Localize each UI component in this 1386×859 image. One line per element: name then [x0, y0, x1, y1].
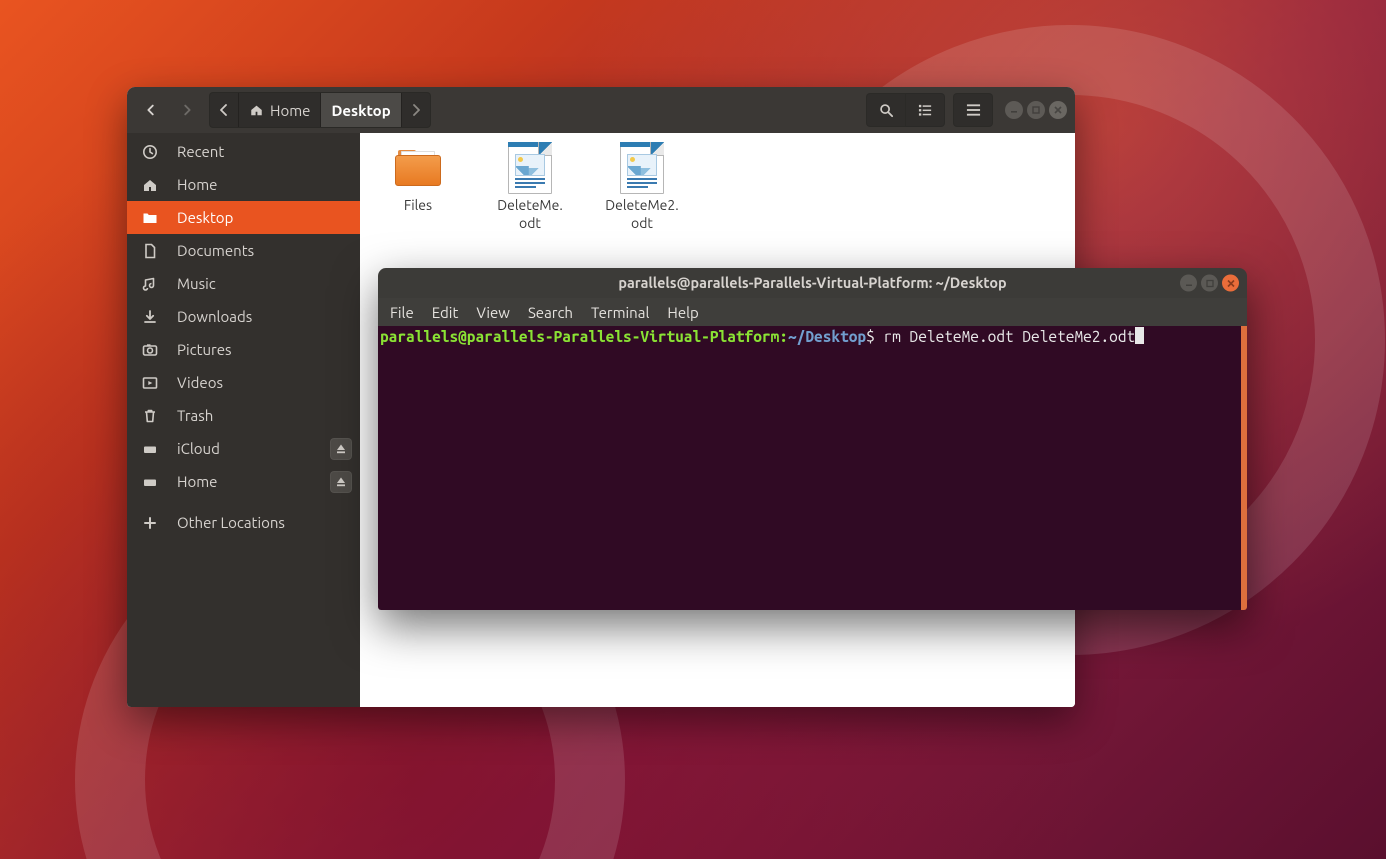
window-close-button[interactable]: [1049, 101, 1067, 119]
folder-icon: [395, 150, 441, 186]
sidebar-item-label: Recent: [177, 143, 224, 160]
breadcrumb-home[interactable]: Home: [239, 93, 321, 127]
camera-icon: [141, 342, 159, 358]
document-odt-icon: [508, 142, 552, 194]
sidebar-item-label: Documents: [177, 242, 254, 259]
document-icon: [141, 243, 159, 259]
terminal-menu-view[interactable]: View: [476, 304, 510, 321]
folder-icon: [141, 210, 159, 226]
sidebar-item-label: Home: [177, 176, 217, 193]
home-icon: [249, 103, 264, 117]
nav-forward-button[interactable]: [169, 93, 205, 127]
file-label: DeleteMe2.odt: [602, 197, 682, 232]
sidebar-item-label: Home: [177, 473, 217, 490]
terminal-menu-help[interactable]: Help: [667, 304, 698, 321]
music-icon: [141, 276, 159, 292]
terminal-window: parallels@parallels-Parallels-Virtual-Pl…: [378, 268, 1247, 610]
terminal-menu-file[interactable]: File: [390, 304, 414, 321]
prompt-path: ~/Desktop: [788, 328, 866, 345]
eject-button[interactable]: [330, 471, 352, 493]
terminal-menu-edit[interactable]: Edit: [432, 304, 459, 321]
file-item[interactable]: Files: [378, 143, 458, 232]
sidebar-item-trash[interactable]: Trash: [127, 399, 360, 432]
video-icon: [141, 375, 159, 391]
trash-icon: [141, 408, 159, 424]
terminal-cursor: [1135, 327, 1144, 344]
sidebar-item-label: Videos: [177, 374, 223, 391]
terminal-menu-search[interactable]: Search: [528, 304, 573, 321]
sidebar-item-recent[interactable]: Recent: [127, 135, 360, 168]
terminal-command: rm DeleteMe.odt DeleteMe2.odt: [883, 328, 1135, 345]
search-button[interactable]: [866, 93, 906, 127]
terminal-minimize-button[interactable]: [1180, 275, 1197, 292]
window-controls: [1005, 101, 1069, 119]
sidebar-item-label: Pictures: [177, 341, 232, 358]
terminal-scrollbar[interactable]: [1241, 326, 1247, 610]
hamburger-menu-button[interactable]: [953, 93, 993, 127]
window-minimize-button[interactable]: [1005, 101, 1023, 119]
hamburger-icon: [966, 103, 981, 117]
terminal-window-controls: [1180, 275, 1241, 292]
breadcrumb-forward-chevron[interactable]: [402, 93, 430, 127]
sidebar-item-documents[interactable]: Documents: [127, 234, 360, 267]
breadcrumb-back-chevron[interactable]: [210, 93, 239, 127]
terminal-menu-terminal[interactable]: Terminal: [591, 304, 649, 321]
file-label: Files: [378, 197, 458, 215]
sidebar-item-music[interactable]: Music: [127, 267, 360, 300]
prompt-user-host: parallels@parallels-Parallels-Virtual-Pl…: [380, 328, 779, 345]
sidebar-item-label: iCloud: [177, 440, 220, 457]
files-header-bar: Home Desktop: [127, 87, 1075, 133]
sidebar-item-label: Trash: [177, 407, 213, 424]
plus-icon: [141, 515, 159, 531]
document-odt-icon: [620, 142, 664, 194]
download-icon: [141, 309, 159, 325]
sidebar-item-other[interactable]: Other Locations: [127, 506, 360, 539]
list-view-icon: [918, 103, 933, 118]
drive-icon: [141, 474, 159, 490]
terminal-title-text: parallels@parallels-Parallels-Virtual-Pl…: [618, 275, 1006, 291]
sidebar-item-home2[interactable]: Home: [127, 465, 360, 498]
nav-back-button[interactable]: [133, 93, 169, 127]
breadcrumb: Home Desktop: [209, 92, 431, 128]
terminal-titlebar[interactable]: parallels@parallels-Parallels-Virtual-Pl…: [378, 268, 1247, 298]
prompt-colon: :: [779, 328, 788, 345]
sidebar-item-label: Music: [177, 275, 216, 292]
terminal-body[interactable]: parallels@parallels-Parallels-Virtual-Pl…: [378, 326, 1247, 610]
clock-icon: [141, 144, 159, 160]
sidebar-item-downloads[interactable]: Downloads: [127, 300, 360, 333]
sidebar-item-label: Other Locations: [177, 514, 285, 531]
prompt-symbol: $: [866, 328, 875, 345]
sidebar-item-home[interactable]: Home: [127, 168, 360, 201]
sidebar-item-videos[interactable]: Videos: [127, 366, 360, 399]
sidebar-item-icloud[interactable]: iCloud: [127, 432, 360, 465]
view-mode-button[interactable]: [906, 93, 945, 127]
sidebar-item-pictures[interactable]: Pictures: [127, 333, 360, 366]
terminal-close-button[interactable]: [1222, 275, 1239, 292]
file-item[interactable]: DeleteMe2.odt: [602, 143, 682, 232]
sidebar-item-label: Desktop: [177, 209, 233, 226]
breadcrumb-current-label: Desktop: [331, 102, 390, 119]
file-item[interactable]: DeleteMe.odt: [490, 143, 570, 232]
terminal-maximize-button[interactable]: [1201, 275, 1218, 292]
places-sidebar: Recent Home Desktop Documents Music Downloads…: [127, 133, 360, 707]
home-icon: [141, 177, 159, 193]
file-label: DeleteMe.odt: [490, 197, 570, 232]
eject-button[interactable]: [330, 438, 352, 460]
sidebar-item-label: Downloads: [177, 308, 252, 325]
breadcrumb-current[interactable]: Desktop: [321, 93, 401, 127]
drive-icon: [141, 441, 159, 457]
window-maximize-button[interactable]: [1027, 101, 1045, 119]
search-icon: [879, 103, 894, 118]
terminal-menubar: File Edit View Search Terminal Help: [378, 298, 1247, 326]
breadcrumb-home-label: Home: [270, 102, 310, 119]
sidebar-item-desktop[interactable]: Desktop: [127, 201, 360, 234]
